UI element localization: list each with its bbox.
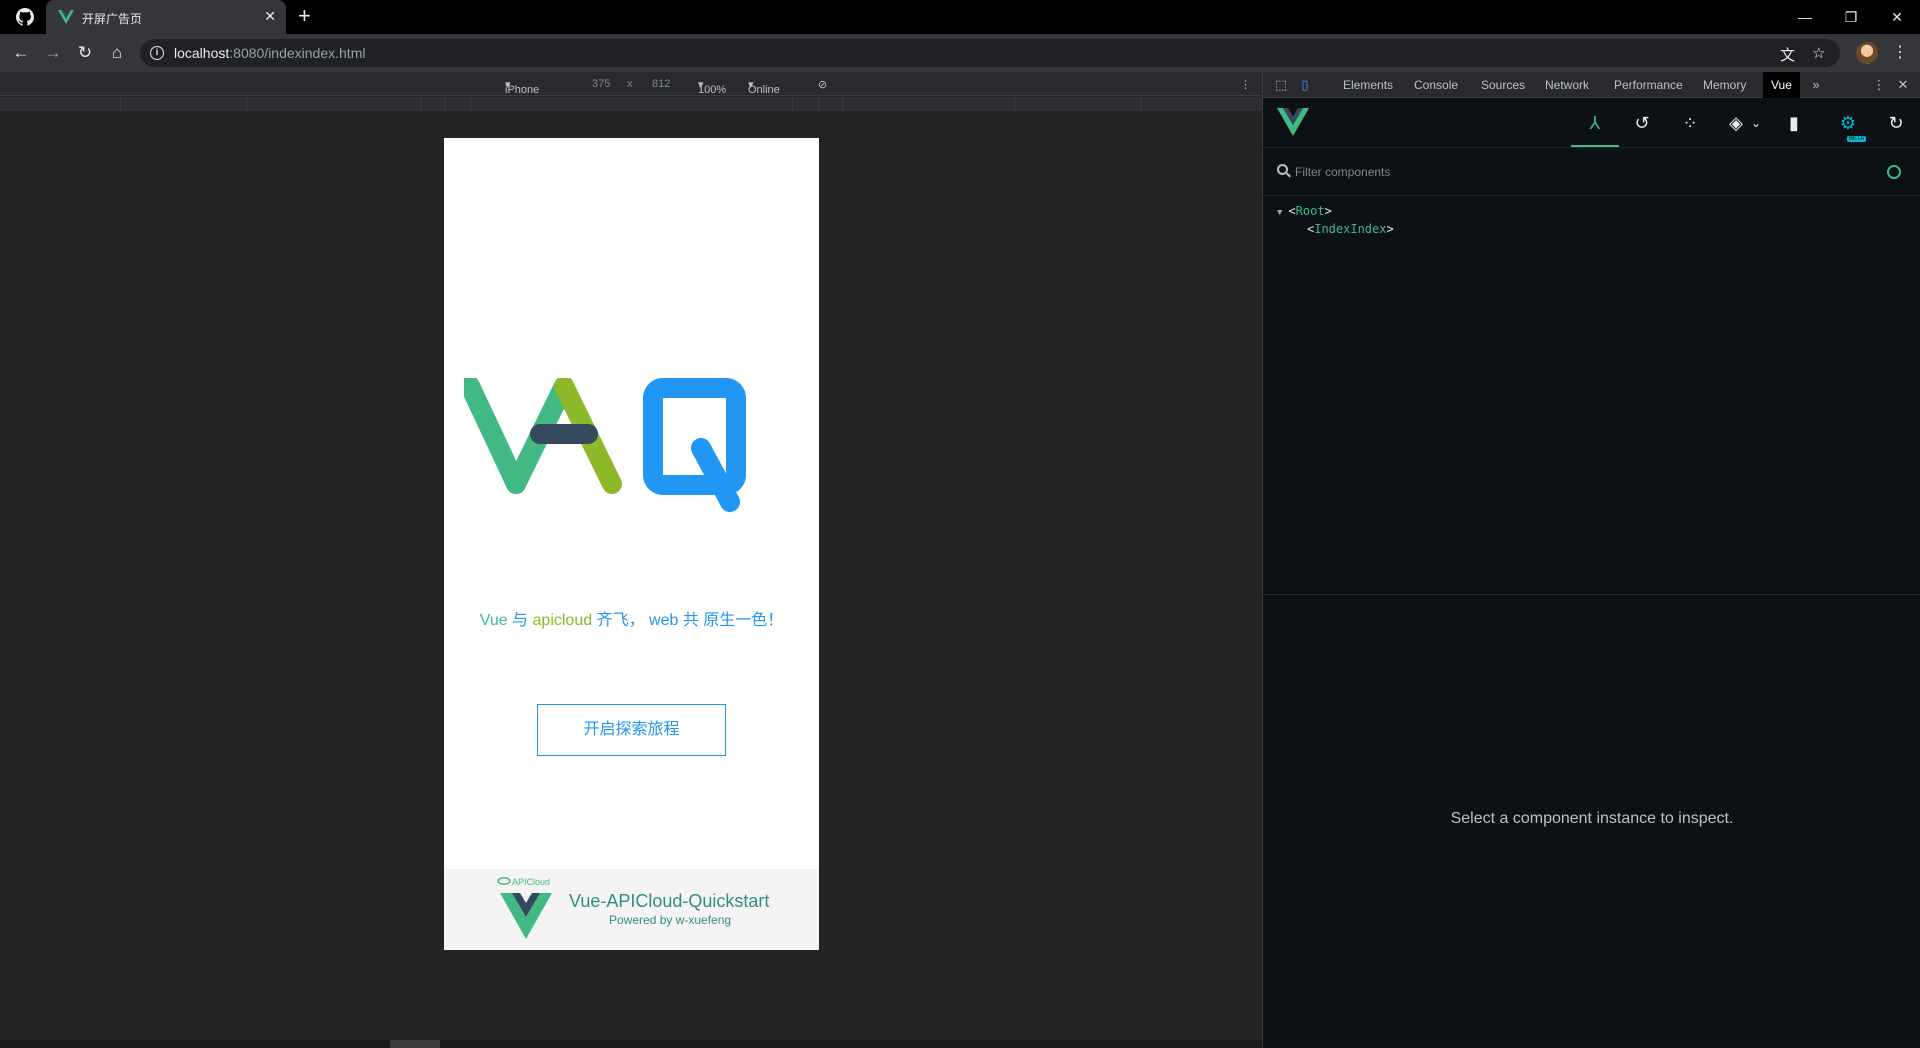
network-select[interactable]: Online ▾ bbox=[748, 78, 780, 96]
components-icon[interactable]: ⅄ bbox=[1582, 110, 1608, 136]
devtools-panel: ⬚ ▯ Elements Console Sources Network Per… bbox=[1262, 72, 1920, 1048]
search-icon bbox=[1277, 164, 1288, 175]
device-select[interactable]: iPhone X ▾ bbox=[505, 78, 539, 108]
footer-title: Vue-APICloud-Quickstart bbox=[569, 891, 770, 911]
bookmark-star-icon[interactable]: ☆ bbox=[1812, 44, 1825, 62]
footer-subtitle: Powered by w-xuefeng bbox=[609, 913, 732, 927]
dimension-separator: x bbox=[627, 78, 633, 90]
beta-badge: BETA bbox=[1847, 136, 1867, 142]
performance-icon[interactable]: ▮ bbox=[1781, 110, 1807, 136]
expand-arrow-icon: ▼ bbox=[1277, 208, 1283, 218]
start-exploring-button[interactable]: 开启探索旅程 bbox=[537, 704, 726, 756]
browser-menu-icon[interactable]: ⋮ bbox=[1892, 42, 1908, 62]
github-icon[interactable] bbox=[16, 8, 34, 26]
app-footer: APICloud Vue-APICloud-Quickstart Powered… bbox=[444, 869, 819, 950]
vaq-logo bbox=[464, 378, 746, 512]
minimize-button[interactable]: — bbox=[1782, 4, 1828, 30]
vuex-icon[interactable]: ⁘ bbox=[1677, 110, 1703, 136]
inspect-element-icon[interactable]: ⬚ bbox=[1273, 77, 1289, 93]
back-button[interactable]: ← bbox=[10, 42, 32, 64]
close-window-button[interactable]: ✕ bbox=[1874, 4, 1920, 30]
tab-title: 开屏广告页 bbox=[82, 12, 143, 26]
footer-logo-icon: APICloud bbox=[497, 877, 552, 939]
translate-icon[interactable]: 文 bbox=[1780, 44, 1795, 65]
tree-node-root[interactable]: ▼ <Root> bbox=[1277, 202, 1332, 220]
tree-node-indexindex[interactable]: <IndexIndex> bbox=[1307, 220, 1394, 238]
tab-performance[interactable]: Performance bbox=[1614, 72, 1683, 98]
horizontal-scrollbar[interactable] bbox=[0, 1040, 1262, 1048]
footer-brand-small: APICloud bbox=[512, 877, 550, 887]
tab-network[interactable]: Network bbox=[1545, 72, 1589, 98]
logo-v-left bbox=[464, 378, 526, 494]
devtools-tab-bar: ⬚ ▯ Elements Console Sources Network Per… bbox=[1263, 72, 1920, 98]
tab-vue[interactable]: Vue bbox=[1763, 72, 1800, 98]
vue-devtools-toolbar: ⅄ ↺ ⁘ ◈ ⌄ ▮ ⚙ BETA ↻ bbox=[1263, 98, 1920, 148]
component-filter-row bbox=[1263, 148, 1920, 196]
reload-button[interactable]: ↻ bbox=[74, 42, 96, 64]
panel-divider[interactable] bbox=[1263, 594, 1920, 595]
url-text[interactable]: localhost:8080/indexindex.html bbox=[174, 45, 365, 61]
filter-components-input[interactable] bbox=[1295, 162, 1835, 182]
new-tab-button[interactable]: + bbox=[298, 5, 311, 27]
profile-avatar[interactable] bbox=[1856, 42, 1878, 64]
devtools-close-icon[interactable]: ✕ bbox=[1895, 77, 1911, 93]
refresh-icon[interactable]: ↻ bbox=[1883, 110, 1909, 136]
slogan: Vue 与 apicloud 齐飞， web 共 原生一色！ bbox=[479, 612, 784, 629]
device-width[interactable]: 375 bbox=[592, 78, 610, 90]
inspect-placeholder-message: Select a component instance to inspect. bbox=[1450, 810, 1734, 827]
timeline-icon[interactable]: ↺ bbox=[1629, 110, 1655, 136]
home-button[interactable]: ⌂ bbox=[106, 42, 128, 64]
tab-sources[interactable]: Sources bbox=[1481, 72, 1525, 98]
more-tabs-icon[interactable]: » bbox=[1808, 77, 1824, 93]
vue-favicon-icon bbox=[58, 10, 74, 24]
address-bar[interactable]: i localhost:8080/indexindex.html 文 ☆ bbox=[140, 39, 1840, 67]
browser-tab[interactable]: 开屏广告页 ✕ bbox=[46, 0, 286, 34]
device-viewport-area: iPhone X ▾ 375 x 812 100% ▾ Online ▾ ⊘ ⋮… bbox=[0, 72, 1262, 1048]
device-toggle-icon[interactable]: ▯ bbox=[1297, 77, 1313, 93]
active-tool-indicator bbox=[1571, 145, 1619, 147]
tab-memory[interactable]: Memory bbox=[1703, 72, 1746, 98]
device-height[interactable]: 812 bbox=[652, 78, 670, 90]
tab-close-icon[interactable]: ✕ bbox=[264, 8, 276, 25]
tab-elements[interactable]: Elements bbox=[1343, 72, 1393, 98]
tab-strip: 开屏广告页 ✕ + — ❐ ✕ bbox=[0, 0, 1920, 34]
device-toolbar: iPhone X ▾ 375 x 812 100% ▾ Online ▾ ⊘ ⋮ bbox=[0, 72, 1262, 108]
zoom-select[interactable]: 100% ▾ bbox=[698, 78, 726, 96]
scrollbar-thumb[interactable] bbox=[390, 1040, 440, 1048]
settings-icon[interactable]: ⚙ bbox=[1835, 110, 1861, 136]
rotate-icon[interactable]: ⊘ bbox=[818, 78, 827, 91]
media-query-ruler bbox=[0, 97, 1262, 111]
device-menu-icon[interactable]: ⋮ bbox=[1240, 78, 1251, 91]
select-component-icon[interactable] bbox=[1887, 165, 1901, 179]
devtools-menu-icon[interactable]: ⋮ bbox=[1871, 77, 1887, 93]
browser-toolbar: ← → ↻ ⌂ i localhost:8080/indexindex.html… bbox=[0, 34, 1920, 72]
forward-button[interactable]: → bbox=[42, 42, 64, 64]
phone-screen: Vue 与 apicloud 齐飞， web 共 原生一色！ 开启探索旅程 AP… bbox=[444, 138, 819, 950]
routing-dropdown-icon[interactable]: ⌄ bbox=[1743, 110, 1769, 136]
restore-button[interactable]: ❐ bbox=[1828, 4, 1874, 30]
tab-console[interactable]: Console bbox=[1414, 72, 1458, 98]
vue-logo-icon bbox=[1277, 108, 1309, 136]
info-icon[interactable]: i bbox=[150, 46, 164, 60]
